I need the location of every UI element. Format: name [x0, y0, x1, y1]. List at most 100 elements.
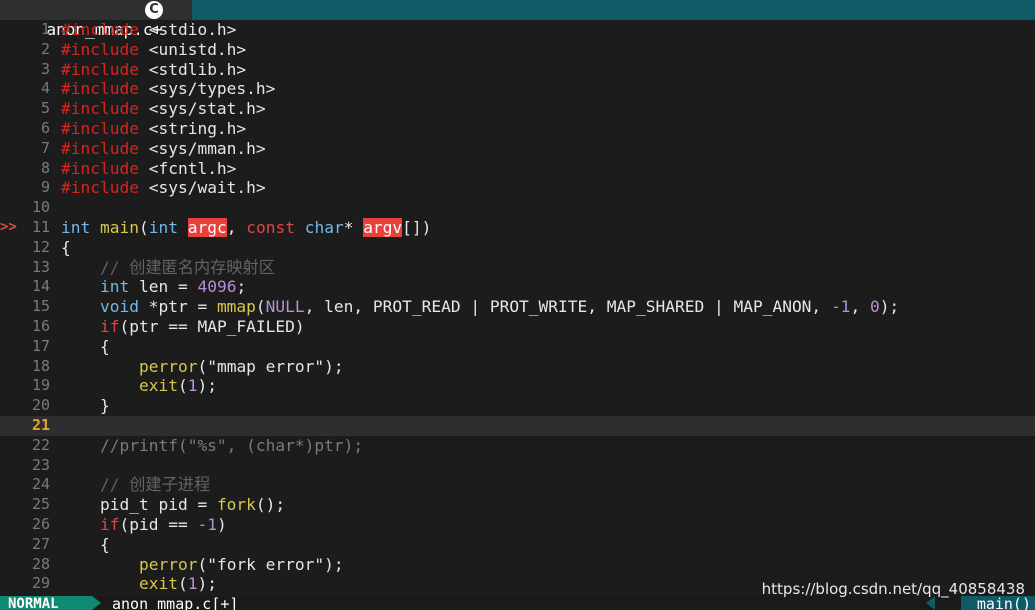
line-code: { — [61, 337, 110, 357]
code-line[interactable]: 7 #include <sys/mman.h> — [0, 139, 1035, 159]
code-line[interactable]: 10 — [0, 198, 1035, 218]
code-token: ( — [197, 356, 208, 376]
code-line[interactable]: 8 #include <fcntl.h> — [0, 159, 1035, 179]
code-line[interactable]: 27 { — [0, 535, 1035, 555]
statusline-function: main() — [960, 596, 1035, 610]
code-token: ); — [324, 554, 344, 574]
code-token: #include — [61, 158, 139, 178]
code-token: -1 — [830, 297, 851, 317]
code-token: (); — [255, 495, 286, 515]
code-token: #include — [61, 119, 139, 138]
code-token: char — [304, 218, 344, 237]
code-line[interactable]: 22 //printf("%s", (char*)ptr); — [0, 436, 1035, 456]
line-number: 13 — [31, 257, 50, 276]
line-code: { — [61, 238, 71, 258]
code-token: ) — [216, 515, 227, 534]
line-number: 25 — [31, 495, 50, 514]
code-line[interactable]: 14 int len = 4096; — [0, 277, 1035, 297]
line-code: #include <fcntl.h> — [61, 159, 236, 179]
code-line[interactable]: 2 #include <unistd.h> — [0, 40, 1035, 60]
code-token: fork — [216, 495, 256, 515]
code-token: -1 — [197, 515, 217, 534]
code-token: pid_t pid = — [61, 495, 217, 515]
code-line[interactable]: 28 perror("fork error"); — [0, 555, 1035, 575]
file-tab[interactable]: anon_mmap.c+ C — [0, 0, 193, 39]
line-number: 22 — [31, 435, 50, 454]
code-line[interactable]: 6 #include <string.h> — [0, 119, 1035, 139]
line-number: 12 — [31, 237, 50, 256]
code-token: void — [99, 297, 139, 317]
line-number: 20 — [31, 396, 50, 415]
line-code: int main(int argc, const char* argv[]) — [61, 218, 431, 238]
code-line[interactable]: 4 #include <sys/types.h> — [0, 79, 1035, 99]
line-number: 3 — [40, 59, 50, 78]
code-line[interactable]: 18 perror("mmap error"); — [0, 357, 1035, 377]
line-code: exit(1); — [61, 376, 217, 396]
code-token: ; — [236, 277, 247, 297]
code-token: { — [61, 237, 71, 257]
line-code: #include <sys/mman.h> — [61, 139, 266, 159]
code-line[interactable]: 25 pid_t pid = fork(); — [0, 495, 1035, 515]
code-token: <sys/stat.h> — [138, 99, 266, 119]
code-token: NULL — [265, 297, 305, 317]
code-token: { — [61, 534, 110, 554]
code-line[interactable]: 20 } — [0, 396, 1035, 416]
line-code: // 创建子进程 — [61, 475, 210, 495]
code-token: int — [99, 277, 130, 297]
line-number: 26 — [31, 515, 50, 533]
code-line[interactable]: 19 exit(1); — [0, 376, 1035, 396]
code-line[interactable]: 21 — [0, 416, 1035, 436]
code-token: len = — [129, 277, 198, 297]
line-number: 27 — [31, 534, 50, 553]
line-code: #include <sys/wait.h> — [61, 178, 266, 198]
code-token: <unistd.h> — [138, 39, 247, 59]
code-line[interactable]: 23 — [0, 456, 1035, 476]
code-line[interactable]: 1 #include <stdio.h> — [0, 20, 1035, 40]
statusline-filename: anon_mmap.c[+] — [112, 596, 239, 610]
code-line[interactable]: 24 // 创建子进程 — [0, 475, 1035, 495]
line-code: pid_t pid = fork(); — [61, 495, 285, 515]
watermark: https://blog.csdn.net/qq_40858438 — [761, 580, 1025, 598]
code-token: } — [61, 396, 110, 416]
code-token: <string.h> — [138, 119, 247, 138]
line-number: 7 — [40, 138, 50, 157]
code-token: ( — [177, 376, 188, 396]
line-code: perror("fork error"); — [61, 555, 344, 575]
code-line[interactable]: 13 // 创建匿名内存映射区 — [0, 258, 1035, 278]
code-line[interactable]: 12 { — [0, 238, 1035, 258]
code-token: ); — [197, 574, 217, 594]
code-line[interactable]: 9 #include <sys/wait.h> — [0, 178, 1035, 198]
code-token: if — [99, 515, 120, 534]
line-number: 21 — [31, 416, 50, 434]
line-code: } — [61, 396, 110, 416]
code-line[interactable]: >> 11 int main(int argc, const char* argv[… — [0, 218, 1035, 238]
code-line[interactable]: 3 #include <stdlib.h> — [0, 60, 1035, 80]
code-editor[interactable]: 1 #include <stdio.h> 2 #include <unistd.h> 3… — [0, 20, 1035, 596]
code-token: <stdio.h> — [138, 20, 237, 39]
search-highlight: argv — [363, 218, 403, 237]
line-code: exit(1); — [61, 574, 217, 594]
code-token: <sys/mman.h> — [138, 138, 266, 158]
c-language-icon: C — [145, 1, 163, 19]
code-line[interactable]: 15 void *ptr = mmap(NULL, len, PROT_READ… — [0, 297, 1035, 317]
line-number: 15 — [31, 297, 50, 316]
code-line[interactable]: 5 #include <sys/stat.h> — [0, 99, 1035, 119]
code-line[interactable]: 16 if(ptr == MAP_FAILED) — [0, 317, 1035, 337]
line-code: { — [61, 535, 110, 555]
code-line[interactable]: 26 if(pid == -1) — [0, 515, 1035, 535]
code-token: <sys/types.h> — [138, 79, 276, 99]
code-token: main — [100, 218, 139, 237]
line-code: if(pid == -1) — [61, 515, 227, 535]
tabline: anon_mmap.c+ C — [0, 0, 1035, 39]
code-line[interactable]: 17 { — [0, 337, 1035, 357]
